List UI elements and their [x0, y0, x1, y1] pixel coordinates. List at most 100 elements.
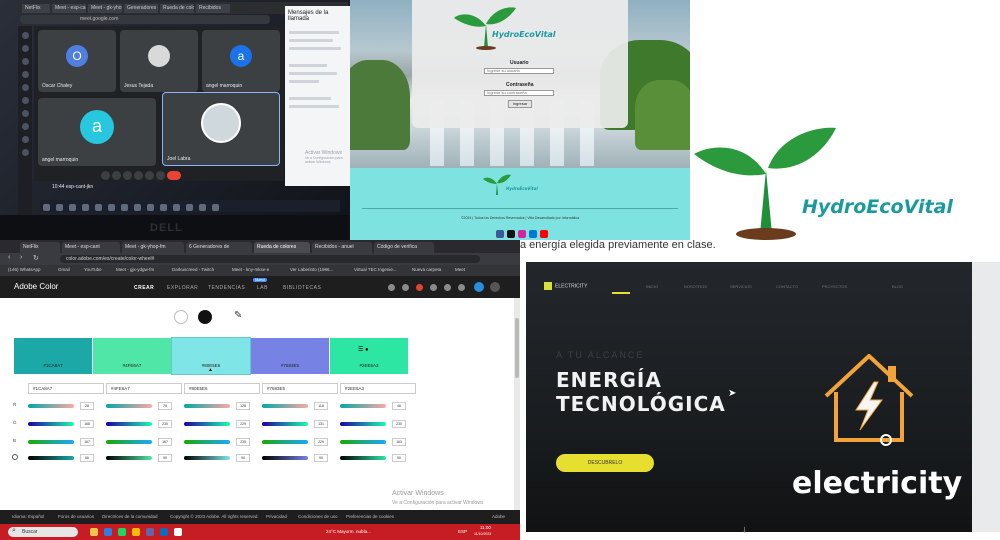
- clock-date[interactable]: 11/10/2023: [474, 532, 491, 536]
- teams-icon[interactable]: [146, 528, 154, 536]
- eyedropper-icon[interactable]: ✎: [234, 310, 242, 321]
- youtube-icon[interactable]: [540, 230, 548, 238]
- adobe-footer-logo[interactable]: Adobe: [492, 514, 505, 519]
- nav-tendencias[interactable]: TENDENCIAS: [208, 285, 245, 291]
- raise-hand-icon[interactable]: [134, 171, 143, 180]
- tab[interactable]: Código de verifica: [374, 242, 434, 253]
- word-icon[interactable]: [160, 528, 168, 536]
- footer-language[interactable]: Idioma: Español: [12, 514, 44, 519]
- nav-item[interactable]: CONTACTO: [776, 284, 798, 289]
- slider-value-input[interactable]: 90: [314, 454, 328, 462]
- chrome-icon[interactable]: [132, 528, 140, 536]
- bookmark[interactable]: Meet - kny-mkse-e: [232, 267, 269, 272]
- color-slider[interactable]: [262, 440, 308, 444]
- color-slider[interactable]: [340, 456, 386, 460]
- color-slider[interactable]: [28, 456, 74, 460]
- color-slider[interactable]: [28, 404, 74, 408]
- password-input[interactable]: Ingrese su contraseña: [484, 90, 554, 96]
- tab[interactable]: Meet - gk-yhop: [88, 4, 122, 13]
- tab[interactable]: Recibidos: [196, 4, 230, 13]
- nav-item[interactable]: PROYECTOS: [822, 284, 847, 289]
- bookmark[interactable]: Meet: [455, 267, 465, 272]
- color-slider[interactable]: [28, 422, 74, 426]
- adobe-icon[interactable]: [416, 284, 423, 291]
- color-slider[interactable]: [106, 404, 152, 408]
- participant-tile[interactable]: O Oscar Chaley: [38, 30, 116, 92]
- discover-button[interactable]: DESCUBRELO: [556, 454, 654, 472]
- instagram-icon[interactable]: [518, 230, 526, 238]
- settings-icon[interactable]: [388, 284, 395, 291]
- hex-input[interactable]: #7683E5: [262, 383, 338, 394]
- clock-time[interactable]: 11:00: [480, 525, 491, 530]
- slider-value-input[interactable]: 168: [80, 420, 94, 428]
- spotify-icon[interactable]: [118, 528, 126, 536]
- input-language[interactable]: ESP: [458, 529, 467, 534]
- end-call-button[interactable]: [167, 171, 181, 180]
- tab[interactable]: 6 Generadores de: [186, 242, 252, 253]
- tab-active[interactable]: Rueda de colores: [254, 242, 310, 253]
- bookmark[interactable]: YouTube: [84, 267, 102, 272]
- mic-icon[interactable]: [101, 171, 110, 180]
- bookmark[interactable]: Meet - gjx-ydgw-fm: [116, 267, 154, 272]
- participant-tile[interactable]: a angel marroquin: [202, 30, 280, 92]
- address-bar[interactable]: color.adobe.com/es/create/color-wheel#: [60, 255, 480, 263]
- light-mode-toggle[interactable]: [174, 310, 188, 324]
- bookmark[interactable]: Virtual TEC Ingenie...: [354, 267, 397, 272]
- x-icon[interactable]: [507, 230, 515, 238]
- slider-value-input[interactable]: 66: [80, 454, 94, 462]
- bookmark[interactable]: Gmail: [58, 267, 70, 272]
- hex-input[interactable]: #4FE6A7: [106, 383, 182, 394]
- slider-value-input[interactable]: 79: [158, 402, 172, 410]
- swatch-options-icon[interactable]: ☰ ●: [358, 346, 369, 353]
- color-slider[interactable]: [184, 440, 230, 444]
- slider-value-input[interactable]: 118: [314, 402, 328, 410]
- profile-avatar[interactable]: [474, 282, 484, 292]
- nav-item[interactable]: SERVICIOS: [730, 284, 752, 289]
- nav-lab[interactable]: LAB: [257, 285, 268, 291]
- forward-icon[interactable]: ›: [20, 254, 22, 261]
- camera-icon[interactable]: [112, 171, 121, 180]
- login-button[interactable]: Ingresar: [508, 100, 532, 108]
- color-slider[interactable]: [184, 422, 230, 426]
- tab[interactable]: NetFlix: [22, 4, 50, 13]
- tab[interactable]: Meet - gk-yhop-fm: [122, 242, 184, 253]
- slider-value-input[interactable]: 46: [392, 402, 406, 410]
- hex-input[interactable]: #1CA8A7: [28, 383, 104, 394]
- slider-value-input[interactable]: 90: [392, 454, 406, 462]
- color-slider[interactable]: [340, 440, 386, 444]
- color-slider[interactable]: [184, 456, 230, 460]
- slider-value-input[interactable]: 167: [80, 438, 94, 446]
- slider-value-input[interactable]: 28: [80, 402, 94, 410]
- user-input[interactable]: Ingrese su usuario: [484, 68, 554, 74]
- bookmark[interactable]: Darkuscreed - Twitch: [172, 267, 214, 272]
- apps-icon[interactable]: [430, 284, 437, 291]
- share-icon[interactable]: [458, 284, 465, 291]
- participant-tile[interactable]: a angel marroquin: [38, 98, 156, 166]
- slider-value-input[interactable]: 229: [236, 420, 250, 428]
- color-slider[interactable]: [262, 422, 308, 426]
- address-bar[interactable]: meet.google.com: [20, 15, 270, 24]
- tab[interactable]: Rueda de colores: [160, 4, 194, 13]
- color-slider[interactable]: [340, 404, 386, 408]
- taskbar-search[interactable]: Buscar: [8, 527, 78, 537]
- footer-link[interactable]: Condiciones de uso: [298, 514, 338, 519]
- color-swatch-selected[interactable]: #80E5E6 ▲: [171, 337, 251, 375]
- more-icon[interactable]: [156, 171, 165, 180]
- nav-crear[interactable]: CREAR: [134, 285, 154, 291]
- slider-value-input[interactable]: 230: [392, 420, 406, 428]
- tab[interactable]: Meet - esp-cant: [62, 242, 120, 253]
- cc-icon[interactable]: [402, 284, 409, 291]
- slider-value-input[interactable]: 163: [392, 438, 406, 446]
- participant-tile-active[interactable]: Joel Labra: [162, 92, 280, 166]
- color-swatch[interactable]: #4FE6A7: [93, 338, 171, 374]
- app-icon[interactable]: [174, 528, 182, 536]
- slider-value-input[interactable]: 128: [236, 402, 250, 410]
- color-slider[interactable]: [28, 440, 74, 444]
- facebook-icon[interactable]: [496, 230, 504, 238]
- hex-input[interactable]: #80E5E6: [184, 383, 260, 394]
- menu-icon[interactable]: [490, 282, 500, 292]
- color-slider[interactable]: [106, 456, 152, 460]
- scroll-down-arrow-icon[interactable]: ↓: [742, 524, 748, 536]
- slider-value-input[interactable]: 230: [158, 420, 172, 428]
- color-slider[interactable]: [262, 456, 308, 460]
